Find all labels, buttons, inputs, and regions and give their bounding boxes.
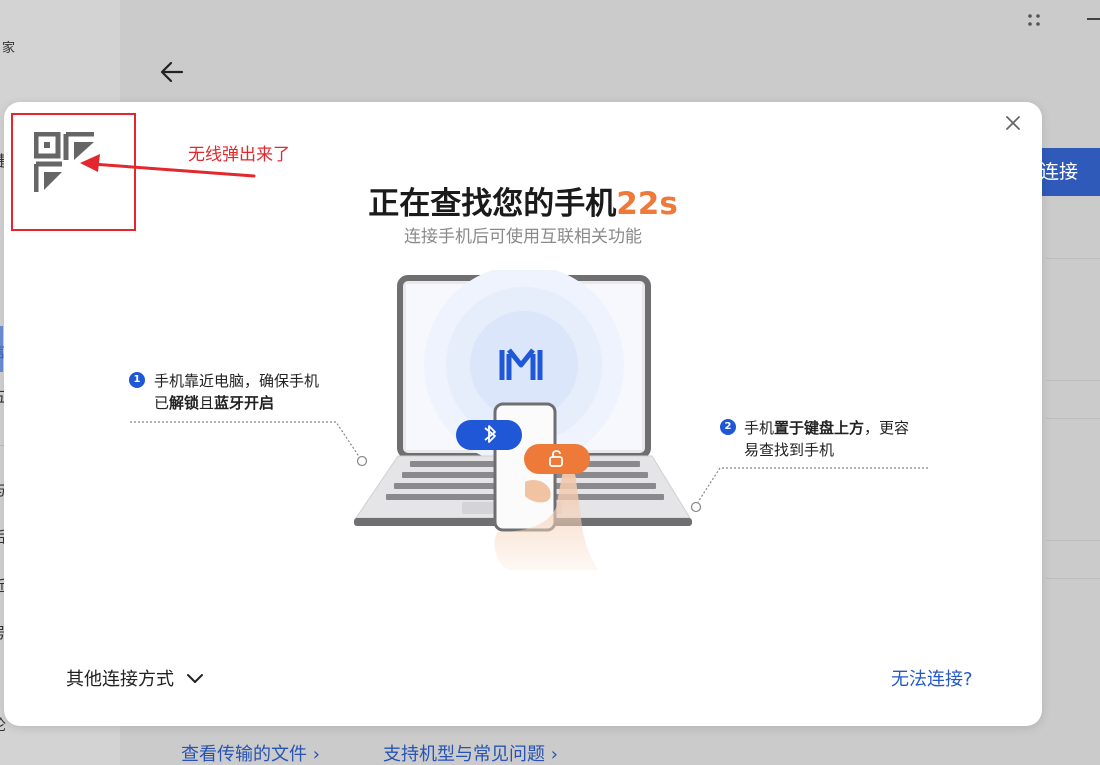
countdown-timer: 22s xyxy=(616,186,678,222)
step1-leader-line xyxy=(130,421,368,467)
step2-text: 手机置于键盘上方，更容 易查找到手机 xyxy=(744,417,909,461)
background-divider xyxy=(1046,578,1100,579)
step2-line1: 手机置于键盘上方，更容 xyxy=(744,419,910,437)
dialog-title: 正在查找您的手机22s xyxy=(0,178,1046,223)
step2-badge: 2 xyxy=(720,419,736,435)
dialog-title-text: 正在查找您的手机 xyxy=(368,186,617,222)
dialog-subtitle: 连接手机后可使用互联相关功能 xyxy=(404,227,642,247)
step1-badge: 1 xyxy=(129,372,145,388)
background-divider xyxy=(1046,380,1100,381)
step2-line2: 易查找到手机 xyxy=(744,441,835,459)
annotation-text: 无线弹出来了 xyxy=(188,145,290,165)
step1-line2: 已解锁且蓝牙开启 xyxy=(154,394,275,412)
supported-models-faq-link[interactable]: 支持机型与常见问题 › xyxy=(383,740,558,765)
view-transferred-files-link[interactable]: 查看传输的文件 › xyxy=(181,740,320,765)
laptop-phone-illustration xyxy=(354,270,692,570)
background-divider xyxy=(1046,258,1100,259)
background-sidebar-text: 家 xyxy=(2,41,16,56)
step1-line1: 手机靠近电脑，确保手机 xyxy=(154,372,320,390)
step1-text: 手机靠近电脑，确保手机 已解锁且蓝牙开启 xyxy=(154,370,319,414)
close-icon[interactable] xyxy=(1001,111,1025,135)
minimize-icon[interactable] xyxy=(1087,18,1100,20)
back-arrow-icon[interactable] xyxy=(158,58,186,86)
cant-connect-link[interactable]: 无法连接? xyxy=(891,665,973,691)
other-connection-dropdown[interactable]: 其他连接方式 xyxy=(66,665,204,691)
other-connection-label: 其他连接方式 xyxy=(66,669,174,690)
chevron-down-icon xyxy=(187,674,203,683)
background-divider xyxy=(1046,418,1100,419)
background-divider xyxy=(1046,540,1100,541)
step2-leader-line xyxy=(690,467,928,513)
more-dots-icon[interactable] xyxy=(1026,12,1042,28)
